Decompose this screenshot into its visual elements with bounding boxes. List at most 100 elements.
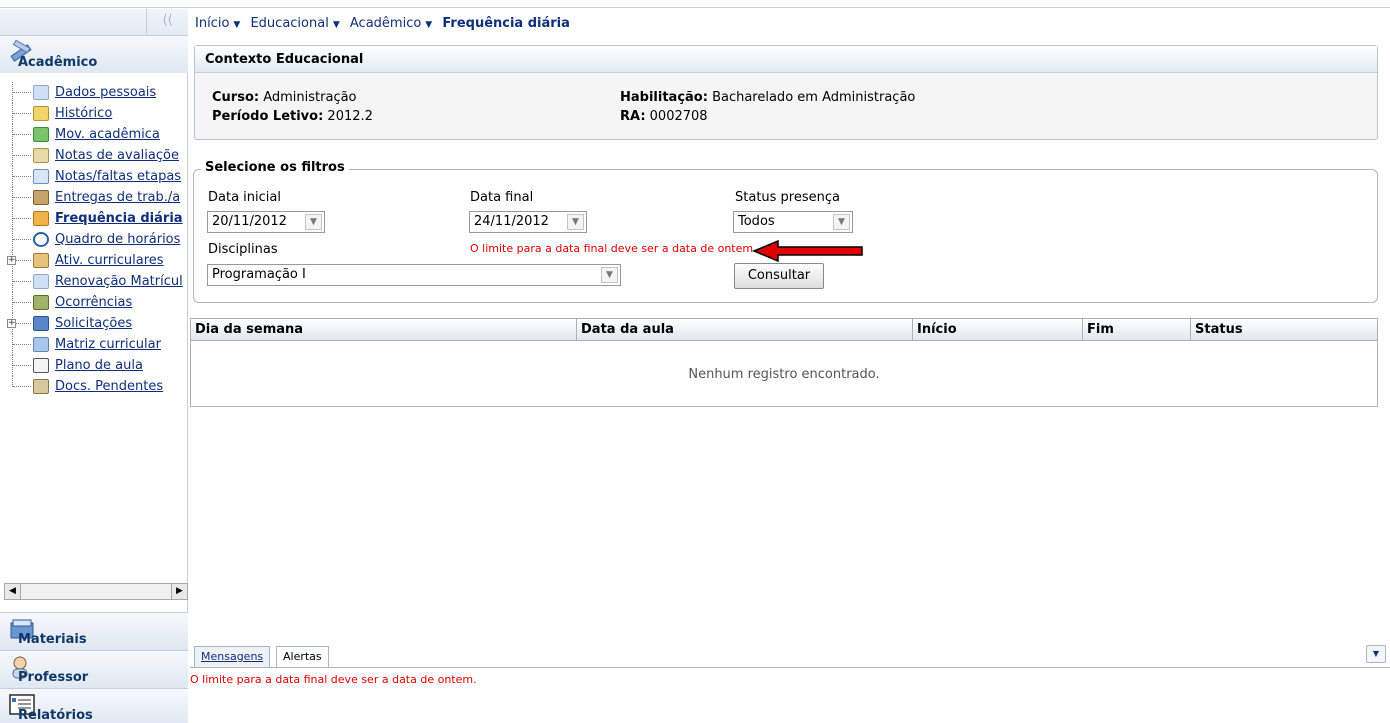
top-border [0, 0, 1390, 8]
panel-menu-chevron-icon[interactable]: ▼ [1366, 645, 1386, 663]
sidebar-horizontal-scrollbar[interactable]: ◀ ▶ [4, 583, 188, 600]
box-icon [33, 190, 49, 205]
sidebar-item-label[interactable]: Entregas de trab./a [55, 190, 180, 205]
consultar-button[interactable]: Consultar [734, 263, 824, 289]
sidebar-item-plano-aula[interactable]: Plano de aula [0, 355, 188, 376]
sidebar-item-label[interactable]: Histórico [55, 106, 112, 121]
collapse-sidebar-button[interactable]: ⟨⟨ [146, 9, 188, 35]
sidebar-item-frequencia-diaria[interactable]: Frequência diária [0, 208, 188, 229]
tab-mensagens[interactable]: Mensagens [194, 646, 271, 668]
scroll-left-icon[interactable]: ◀ [5, 584, 21, 599]
disciplinas-label: Disciplinas [208, 242, 278, 257]
chevron-down-icon[interactable]: ▼ [305, 214, 322, 230]
sidebar-item-label[interactable]: Docs. Pendentes [55, 379, 163, 394]
sidebar-item-label[interactable]: Plano de aula [55, 358, 143, 373]
expand-icon[interactable]: + [7, 319, 16, 328]
user-card-icon [33, 85, 49, 100]
frequency-grid: Dia da semana Data da aula Início Fim St… [190, 318, 1378, 407]
sidebar-item-label[interactable]: Notas de avaliaçõe [55, 148, 179, 163]
messages-panel: Mensagens Alertas O limite para a data f… [190, 645, 1390, 723]
chevron-down-icon[interactable]: ▼ [333, 20, 340, 30]
periodo-value: 2012.2 [327, 109, 373, 124]
sidebar-item-matriz-curricular[interactable]: Matriz curricular [0, 334, 188, 355]
data-inicial-value: 20/11/2012 [212, 214, 287, 229]
data-final-error-message: O limite para a data final deve ser a da… [470, 242, 757, 255]
sidebar: ⟨⟨ Acadêmico Dados pessoais Histórico Mo… [0, 9, 188, 723]
data-inicial-select[interactable]: 20/11/2012 ▼ [207, 211, 325, 233]
context-panel: Contexto Educacional Curso: Administraçã… [194, 45, 1378, 140]
red-arrow-icon [752, 239, 863, 263]
disciplinas-value: Programação I [212, 267, 306, 282]
sidebar-item-label[interactable]: Mov. acadêmica [55, 127, 160, 142]
docs-icon [33, 379, 49, 394]
sidebar-item-label[interactable]: Ocorrências [55, 295, 132, 310]
data-final-value: 24/11/2012 [474, 214, 549, 229]
scroll-right-icon[interactable]: ▶ [171, 584, 187, 599]
sidebar-item-label[interactable]: Renovação Matrícul [55, 274, 183, 289]
data-inicial-label: Data inicial [208, 190, 281, 205]
disciplinas-select[interactable]: Programação I ▼ [207, 264, 621, 286]
book-icon [33, 358, 49, 373]
sidebar-item-docs-pendentes[interactable]: Docs. Pendentes [0, 376, 188, 397]
note-icon [33, 295, 49, 310]
breadcrumb-inicio[interactable]: Início [195, 16, 229, 31]
breadcrumb-academico[interactable]: Acadêmico [350, 16, 421, 31]
sidebar-item-ocorrencias[interactable]: Ocorrências [0, 292, 188, 313]
sidebar-item-entregas[interactable]: Entregas de trab./a [0, 187, 188, 208]
grid-header: Dia da semana Data da aula Início Fim St… [191, 319, 1377, 341]
sidebar-item-notas-avaliacoes[interactable]: Notas de avaliaçõe [0, 145, 188, 166]
chevron-down-icon[interactable]: ▼ [425, 20, 432, 30]
sidebar-item-solicitacoes[interactable]: + Solicitações [0, 313, 188, 334]
sidebar-item-dados-pessoais[interactable]: Dados pessoais [0, 82, 188, 103]
status-presenca-select[interactable]: Todos ▼ [733, 211, 853, 233]
chevron-down-icon[interactable]: ▼ [567, 214, 584, 230]
sidebar-item-renovacao-matricula[interactable]: Renovação Matrícul [0, 271, 188, 292]
tab-alertas[interactable]: Alertas [276, 646, 329, 668]
habilitacao-label: Habilitação: [620, 90, 708, 105]
column-header-data-aula[interactable]: Data da aula [577, 319, 913, 341]
breadcrumb: Início ▼ Educacional ▼ Acadêmico ▼ Frequênc… [195, 16, 574, 31]
chevron-down-icon[interactable]: ▼ [601, 267, 618, 283]
section-header-professor[interactable]: Professor [0, 650, 188, 688]
sidebar-item-label[interactable]: Frequência diária [55, 211, 183, 226]
sidebar-item-ativ-curriculares[interactable]: + Ativ. curriculares [0, 250, 188, 271]
sidebar-item-label[interactable]: Notas/faltas etapas [55, 169, 181, 184]
column-header-inicio[interactable]: Início [913, 319, 1083, 341]
column-header-status[interactable]: Status [1191, 319, 1377, 341]
tab-mensagens-label[interactable]: Mensagens [201, 650, 263, 663]
section-header-materiais[interactable]: Materiais [0, 612, 188, 650]
table-icon [33, 169, 49, 184]
ra-info: RA: 0002708 [620, 109, 708, 124]
sidebar-item-label[interactable]: Matriz curricular [55, 337, 161, 352]
section-label-materiais: Materiais [18, 632, 87, 647]
sidebar-item-notas-faltas[interactable]: Notas/faltas etapas [0, 166, 188, 187]
arrows-icon [33, 127, 49, 142]
curso-value: Administração [263, 90, 357, 105]
tab-alertas-label: Alertas [283, 650, 322, 663]
sidebar-tree: Dados pessoais Histórico Mov. acadêmica … [0, 82, 188, 397]
renew-icon [33, 274, 49, 289]
section-header-academico[interactable]: Acadêmico [0, 35, 188, 73]
sidebar-item-historico[interactable]: Histórico [0, 103, 188, 124]
sidebar-item-label[interactable]: Quadro de horários [55, 232, 180, 247]
sidebar-item-quadro-horarios[interactable]: Quadro de horários [0, 229, 188, 250]
sidebar-item-label[interactable]: Solicitações [55, 316, 132, 331]
grid-empty-message: Nenhum registro encontrado. [688, 367, 880, 382]
expand-icon[interactable]: + [7, 256, 16, 265]
breadcrumb-educacional[interactable]: Educacional [250, 16, 328, 31]
curso-label: Curso: [212, 90, 260, 105]
matrix-icon [33, 337, 49, 352]
section-label-professor: Professor [18, 670, 89, 685]
sidebar-item-label[interactable]: Dados pessoais [55, 85, 156, 100]
habilitacao-info: Habilitação: Bacharelado em Administraçã… [620, 90, 915, 105]
sidebar-item-mov-academica[interactable]: Mov. acadêmica [0, 124, 188, 145]
alert-message: O limite para a data final deve ser a da… [190, 673, 477, 686]
chevron-down-icon[interactable]: ▼ [833, 214, 850, 230]
data-final-select[interactable]: 24/11/2012 ▼ [469, 211, 587, 233]
column-header-dia-semana[interactable]: Dia da semana [191, 319, 577, 341]
sidebar-item-label[interactable]: Ativ. curriculares [55, 253, 164, 268]
chevron-down-icon[interactable]: ▼ [233, 20, 240, 30]
status-presenca-value: Todos [738, 214, 775, 229]
column-header-fim[interactable]: Fim [1083, 319, 1191, 341]
section-header-relatorios[interactable]: Relatórios [0, 688, 188, 723]
